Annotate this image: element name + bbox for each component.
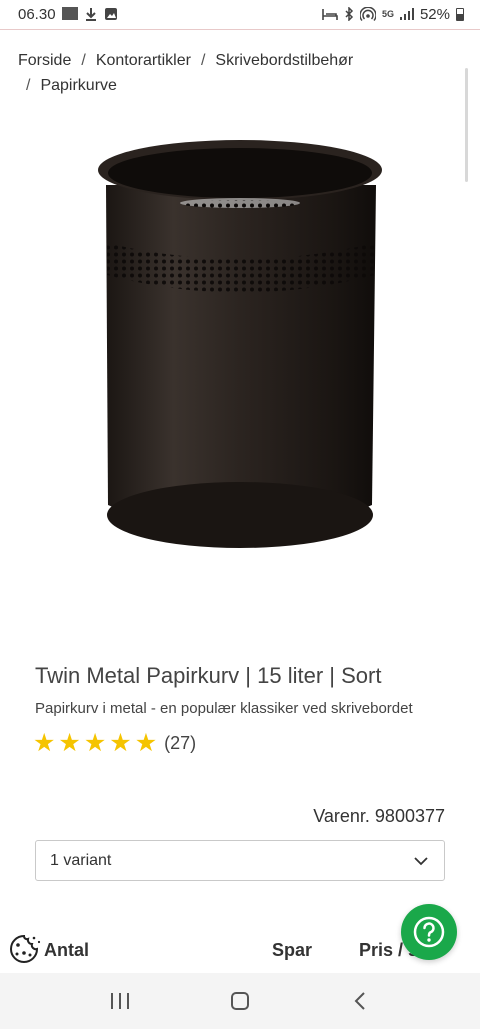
- scroll-indicator: [465, 68, 468, 182]
- breadcrumb: Forside / Kontorartikler / Skrivebordstilbeh…: [18, 48, 448, 98]
- product-title: Twin Metal Papirkurv | 15 liter | Sort: [35, 663, 382, 688]
- status-time: 06.30: [18, 6, 56, 23]
- breadcrumb-separator: /: [200, 52, 206, 69]
- signal-icon: [399, 7, 414, 22]
- variant-label: 1 variant: [50, 851, 112, 869]
- system-nav-bar: [0, 973, 480, 1029]
- star-icon: ★: [33, 729, 56, 757]
- star-icon: ★: [134, 729, 158, 757]
- status-bar: 06.30 5G 52%: [0, 0, 480, 30]
- download-icon: [84, 7, 98, 23]
- product-rating[interactable]: ★ ★ ★ ★ ★ (27): [33, 731, 196, 756]
- star-icon: ★: [109, 729, 132, 757]
- variant-select[interactable]: 1 variant: [35, 840, 445, 881]
- network-type-label: 5G: [381, 9, 394, 19]
- wastebasket-image[interactable]: [80, 125, 400, 565]
- recent-apps-button[interactable]: [100, 981, 140, 1021]
- breadcrumb-wastebaskets[interactable]: Papirkurve: [40, 77, 116, 94]
- bluetooth-icon: [344, 5, 354, 23]
- column-save: Spar: [272, 940, 313, 960]
- question-icon: [413, 916, 445, 948]
- breadcrumb-separator: /: [26, 77, 31, 94]
- breadcrumb-office-supplies[interactable]: Kontorartikler: [96, 52, 191, 69]
- battery-percentage: 52%: [419, 6, 450, 23]
- home-button[interactable]: [220, 981, 260, 1021]
- star-icon: ★: [83, 729, 107, 757]
- sleep-mode-icon: [322, 7, 338, 23]
- star-icon: ★: [58, 729, 81, 757]
- breadcrumb-home[interactable]: Forside: [18, 52, 71, 69]
- product-subtitle: Papirkurv i metal - en populær klassiker…: [35, 700, 413, 717]
- review-count[interactable]: (27): [164, 733, 196, 754]
- help-button[interactable]: [401, 904, 457, 960]
- item-number: Varenr. 9800377: [313, 806, 445, 826]
- hotspot-icon: [359, 5, 377, 23]
- column-quantity: Antal: [44, 940, 89, 960]
- back-button[interactable]: [340, 981, 380, 1021]
- notification-square-icon: [61, 7, 78, 22]
- breadcrumb-desk-accessories[interactable]: Skrivebordstilbehør: [215, 52, 353, 69]
- chevron-down-icon: [412, 852, 430, 870]
- cookie-settings-icon[interactable]: [6, 931, 42, 967]
- battery-icon: [456, 8, 464, 21]
- gallery-icon: [104, 7, 118, 23]
- breadcrumb-separator: /: [81, 52, 86, 69]
